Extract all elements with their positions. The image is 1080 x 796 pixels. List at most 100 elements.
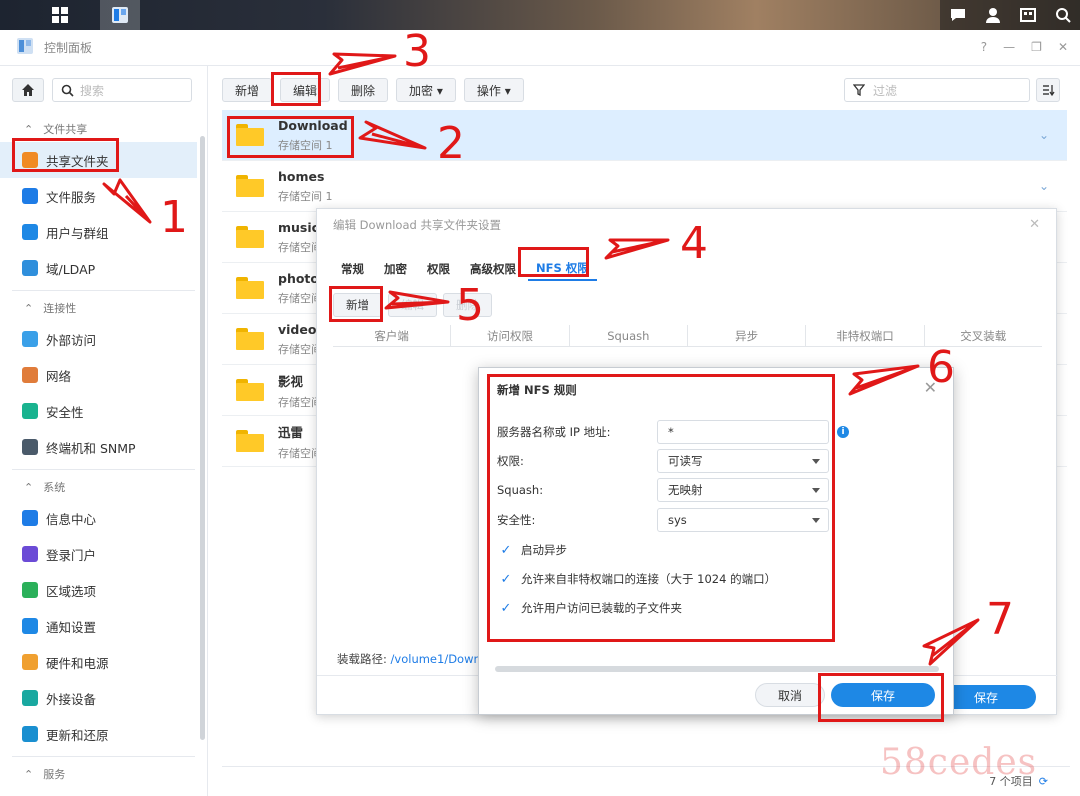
security-select[interactable]: sys (657, 508, 829, 532)
close-icon[interactable]: ✕ (924, 378, 937, 397)
security-row: 安全性: sys (497, 508, 829, 532)
squash-row: Squash: 无映射 (497, 478, 829, 502)
squash-select[interactable]: 无映射 (657, 478, 829, 502)
async-checkbox-row[interactable]: ✓ 启动异步 (499, 542, 567, 558)
sidebar-item[interactable]: 用户与群组 (0, 214, 207, 250)
sidebar-item[interactable]: 通知设置 (0, 608, 207, 644)
status-bar: 7 个项目 ⟳ (222, 766, 1070, 792)
refresh-icon[interactable]: ⟳ (1039, 775, 1048, 788)
sidebar: 搜索 ⌃ 文件共享 共享文件夹 文件服务用户与群组域/LDAP ⌃ 连接性 外部访问网络安全… (0, 66, 208, 796)
sidebar-item[interactable]: 硬件和电源 (0, 644, 207, 680)
filter-placeholder: 过滤 (873, 83, 898, 98)
sidebar-item[interactable]: 域/LDAP (0, 250, 207, 286)
sidebar-item[interactable]: 更新和还原 (0, 716, 207, 752)
nfs-delete-button[interactable]: 删除 (443, 293, 492, 317)
apps-grid-icon[interactable] (40, 0, 80, 30)
domain-icon (22, 260, 38, 276)
cancel-button[interactable]: 取消 (755, 683, 825, 707)
chat-icon[interactable] (940, 0, 975, 30)
sidebar-item-label: 用户与群组 (46, 225, 109, 241)
privilege-select[interactable]: 可读写 (657, 449, 829, 473)
nfs-table-column-header[interactable]: Squash (570, 325, 688, 346)
sidebar-item[interactable]: 文件服务 (0, 178, 207, 214)
sidebar-divider (12, 756, 195, 757)
sidebar-item[interactable]: 外接设备 (0, 680, 207, 716)
horizontal-scrollbar[interactable] (495, 666, 939, 672)
sidebar-item[interactable]: 登录门户 (0, 536, 207, 572)
sidebar-item[interactable]: 区域选项 (0, 572, 207, 608)
privilege-label: 权限: (497, 454, 524, 468)
chevron-up-icon: ⌃ (24, 480, 34, 494)
nfs-save-button[interactable]: 保存 (831, 683, 935, 707)
hostname-label: 服务器名称或 IP 地址: (497, 425, 611, 439)
sidebar-section-label: 服务 (43, 768, 66, 781)
search-icon (61, 84, 74, 97)
sidebar-item[interactable]: 终端机和 SNMP (0, 429, 207, 465)
add-button[interactable]: 新增 (222, 78, 273, 102)
sidebar-section-header[interactable]: ⌃ 系统 (0, 474, 207, 500)
home-button[interactable] (12, 78, 44, 102)
sidebar-item[interactable]: 共享文件夹 (0, 142, 197, 178)
sidebar-item[interactable]: 安全性 (0, 393, 207, 429)
login-portal-icon (22, 546, 38, 562)
sort-button[interactable] (1036, 78, 1060, 102)
security-value: sys (668, 513, 687, 527)
security-label: 安全性: (497, 513, 536, 527)
minimize-icon[interactable]: — (1003, 40, 1015, 54)
edit-dialog-tab[interactable]: NFS 权限 (528, 257, 597, 281)
sidebar-item-label: 安全性 (46, 404, 84, 420)
control-panel-taskbar-icon[interactable] (100, 0, 140, 30)
subfolder-checkbox-row[interactable]: ✓ 允许用户访问已装载的子文件夹 (499, 600, 682, 616)
sidebar-item-label: 终端机和 SNMP (46, 440, 136, 456)
chevron-down-icon[interactable]: ⌄ (1039, 128, 1049, 142)
delete-button[interactable]: 删除 (338, 78, 389, 102)
nfs-add-button[interactable]: 新增 (333, 293, 382, 317)
mount-path-value[interactable]: /volume1/Down (391, 652, 481, 666)
checkmark-icon[interactable]: ✓ (499, 601, 513, 616)
folder-row[interactable]: homes 存储空间 1 ⌄ (222, 161, 1067, 212)
info-icon[interactable]: i (837, 426, 849, 438)
sidebar-section-header[interactable]: ⌃ 服务 (0, 761, 207, 787)
action-dropdown[interactable]: 操作 ▾ (463, 78, 524, 102)
edit-dialog-tab[interactable]: 高级权限 (462, 257, 524, 281)
close-icon[interactable]: ✕ (1058, 40, 1068, 54)
sidebar-item[interactable]: 网络 (0, 357, 207, 393)
sidebar-item[interactable]: 信息中心 (0, 500, 207, 536)
sidebar-item[interactable]: 外部访问 (0, 321, 207, 357)
chevron-up-icon: ⌃ (24, 301, 34, 315)
nfs-table-column-header[interactable]: 异步 (688, 325, 807, 346)
user-icon[interactable] (975, 0, 1010, 30)
nfs-table-column-header[interactable]: 访问权限 (451, 325, 570, 346)
sidebar-section-header[interactable]: ⌃ 连接性 (0, 295, 207, 321)
help-icon[interactable]: ? (981, 40, 987, 54)
sidebar-item-label: 网络 (46, 368, 72, 384)
edit-dialog-tab[interactable]: 加密 (376, 257, 415, 281)
nfs-edit-button[interactable]: 编辑 (388, 293, 437, 317)
sidebar-section-label: 系统 (43, 481, 66, 494)
nfs-dialog-title: 新增 NFS 规则 (497, 383, 577, 397)
external-access-icon (22, 331, 38, 347)
maximize-icon[interactable]: ❐ (1031, 40, 1042, 54)
sidebar-divider (12, 290, 195, 291)
folder-name: Download (278, 117, 348, 133)
filter-input[interactable]: 过滤 (844, 78, 1030, 102)
sidebar-search-input[interactable]: 搜索 (52, 78, 192, 102)
nfs-table-column-header[interactable]: 非特权端口 (806, 325, 925, 346)
close-icon[interactable]: ✕ (1029, 217, 1040, 232)
edit-dialog-tab[interactable]: 权限 (419, 257, 458, 281)
nfs-table-column-header[interactable]: 客户端 (333, 325, 452, 346)
edit-dialog-tab[interactable]: 常规 (333, 257, 372, 281)
encrypt-dropdown[interactable]: 加密 ▾ (396, 78, 456, 102)
sidebar-scrollbar[interactable] (200, 136, 205, 740)
nfs-table-column-header[interactable]: 交叉装载 (925, 325, 1042, 346)
widgets-icon[interactable] (1010, 0, 1045, 30)
nonpriv-port-checkbox-row[interactable]: ✓ 允许来自非特权端口的连接（大于 1024 的端口） (499, 571, 777, 587)
folder-row[interactable]: Download 存储空间 1 ⌄ (222, 110, 1067, 161)
hostname-input[interactable]: * (657, 420, 829, 444)
checkmark-icon[interactable]: ✓ (499, 572, 513, 587)
sidebar-section-header[interactable]: ⌃ 文件共享 (0, 116, 207, 142)
chevron-down-icon[interactable]: ⌄ (1039, 179, 1049, 193)
checkmark-icon[interactable]: ✓ (499, 543, 513, 558)
edit-button[interactable]: 编辑 (280, 78, 331, 102)
search-icon[interactable] (1045, 0, 1080, 30)
